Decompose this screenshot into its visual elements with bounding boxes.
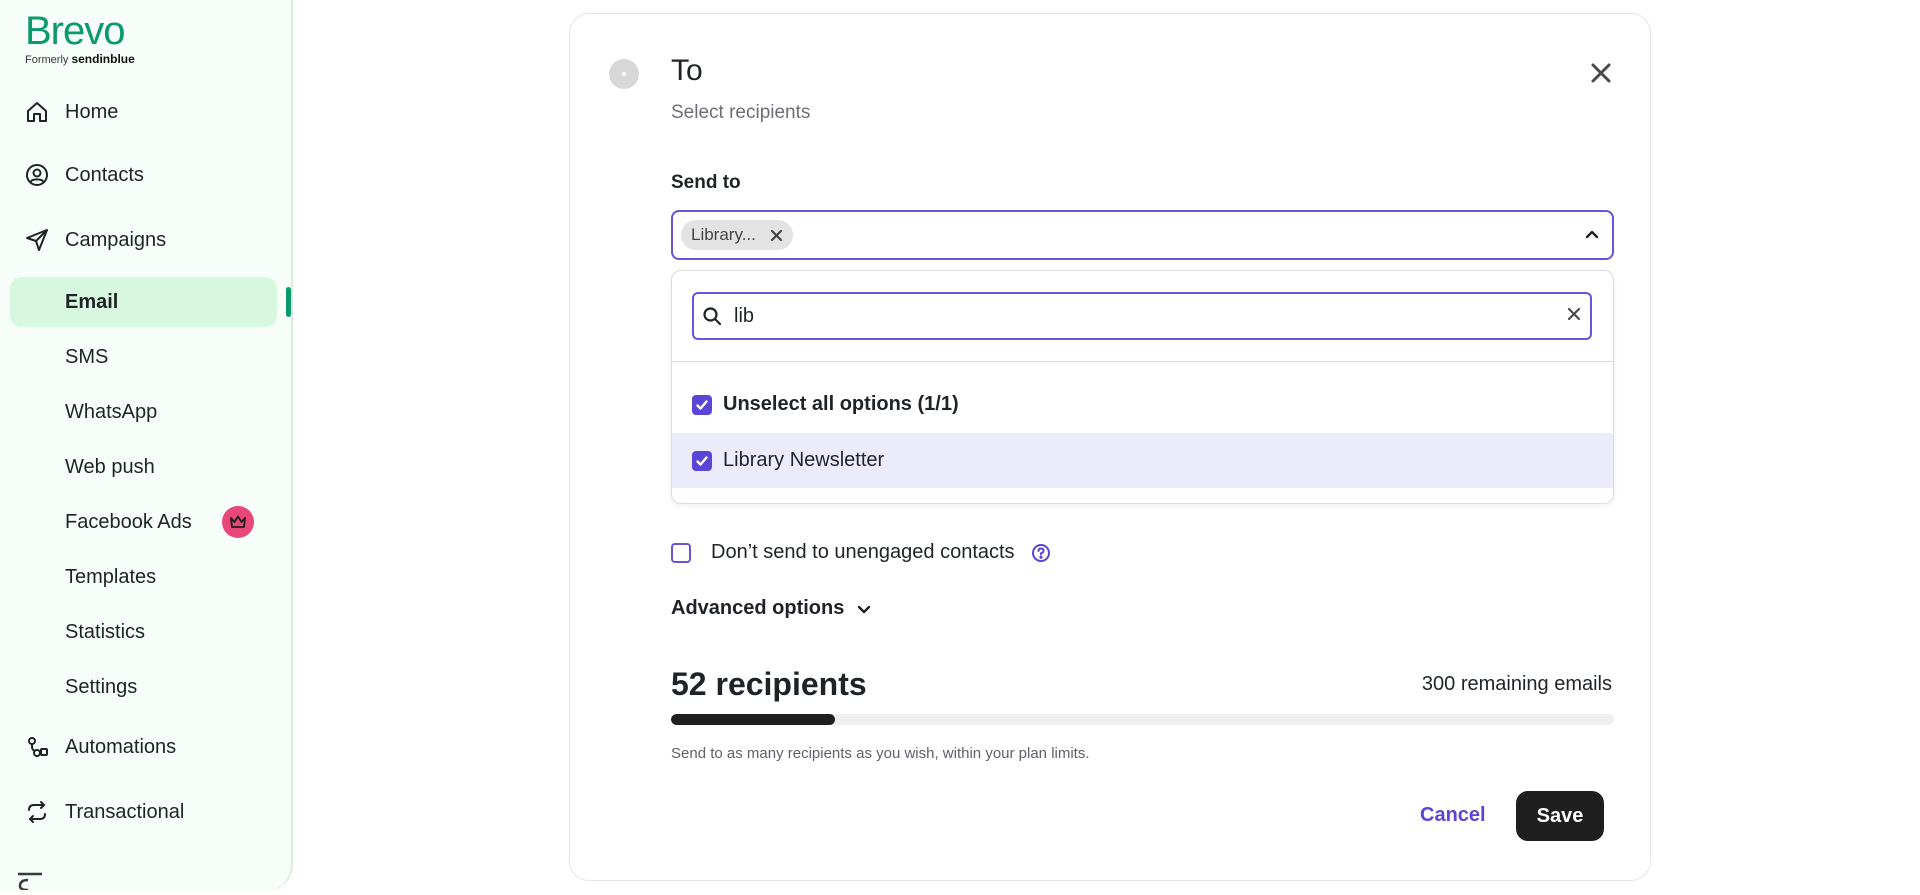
formerly-label: Formerly [25,54,69,66]
sidebar-item-home[interactable]: Home [24,97,118,127]
transactional-icon [24,799,50,825]
save-button[interactable]: Save [1516,791,1604,841]
sidebar-item-web-push[interactable]: Web push [65,452,155,482]
step-indicator [609,59,639,89]
unengaged-checkbox[interactable] [671,542,691,563]
sidebar-item-statistics[interactable]: Statistics [65,617,145,647]
unengaged-contacts-option[interactable]: Don’t send to unengaged contacts [671,541,1051,564]
recipients-modal: To Select recipients Send to Library... [569,13,1651,881]
cancel-button[interactable]: Cancel [1420,804,1486,827]
sidebar-item-label: Contacts [65,163,144,186]
sidebar-item-sms[interactable]: SMS [65,342,108,372]
unselect-all-option[interactable]: Unselect all options (1/1) [672,377,1613,432]
search-input[interactable] [734,304,1554,328]
chip-label: Library... [691,225,756,244]
sidebar-item-label: Statistics [65,620,146,643]
sidebar-item-label: Email [65,290,119,313]
modal-subtitle: Select recipients [671,102,811,123]
sidebar-item-label: WhatsApp [65,400,158,423]
modal-title: To [671,54,703,87]
sidebar-item-label: Transactional [65,800,185,823]
send-to-select[interactable]: Library... [671,210,1614,260]
sidebar-item-label: Web push [65,455,155,478]
sidebar-item-label: Home [65,100,119,123]
chip-remove-icon[interactable] [770,229,783,242]
sidebar-item-whatsapp[interactable]: WhatsApp [65,397,157,427]
send-to-label: Send to [671,172,741,193]
sidebar-item-label: Facebook Ads [65,510,192,533]
chevron-up-icon[interactable] [1584,226,1600,247]
contacts-icon [24,162,50,188]
active-indicator [286,287,291,317]
sidebar-item-label: Campaigns [65,228,167,251]
sidebar-item-label: Automations [65,735,177,758]
progress-fill [671,714,836,725]
chevron-down-icon [856,601,872,617]
recipients-progress-bar [671,714,1614,725]
sidebar-item-facebook-ads[interactable]: Facebook Ads [65,506,254,538]
sidebar-item-email[interactable]: Email [65,287,118,317]
search-field[interactable] [692,292,1592,340]
options-dropdown: Unselect all options (1/1) Library Newsl… [671,270,1614,504]
sidebar-item-templates[interactable]: Templates [65,562,156,592]
partial-icon [14,868,46,895]
option-label: Library Newsletter [723,449,885,471]
advanced-options-label: Advanced options [671,597,845,619]
option-label: Unselect all options (1/1) [723,393,959,415]
checkbox-checked-icon [692,394,712,415]
dropdown-divider [672,361,1613,362]
sidebar-item-contacts[interactable]: Contacts [24,160,144,190]
search-icon [702,306,722,326]
formerly-name: sendinblue [71,52,135,66]
automation-icon [24,734,50,760]
sidebar-item-label: SMS [65,345,109,368]
checkbox-checked-icon [692,450,712,471]
sidebar-item-transactional[interactable]: Transactional [24,797,184,827]
logo-wordmark: Brevo [25,9,125,53]
sidebar-item-label: Templates [65,565,157,588]
list-option-library-newsletter[interactable]: Library Newsletter [672,433,1613,488]
close-icon [1591,63,1611,83]
sidebar-item-automations[interactable]: Automations [24,732,176,762]
brevo-logo[interactable]: Brevo Formerly sendinblue [25,8,135,66]
plan-limits-note: Send to as many recipients as you wish, … [671,745,1090,762]
selected-list-chip: Library... [681,220,793,250]
send-icon [24,227,50,253]
clear-search-icon[interactable] [1566,306,1582,322]
home-icon [24,99,50,125]
active-item-highlight [10,277,277,327]
sidebar: Brevo Formerly sendinblue Home Contacts … [0,0,293,892]
sidebar-item-label: Settings [65,675,138,698]
unengaged-label: Don’t send to unengaged contacts [711,541,1015,563]
recipients-count: 52 recipients [671,666,867,702]
close-button[interactable] [1585,57,1617,89]
logo-formerly: Formerly sendinblue [25,52,135,66]
advanced-options-toggle[interactable]: Advanced options [671,597,872,620]
sidebar-item-settings[interactable]: Settings [65,672,137,702]
sidebar-item-campaigns[interactable]: Campaigns [24,225,166,255]
crown-icon [221,506,254,538]
help-icon[interactable] [1031,543,1051,563]
remaining-emails: 300 remaining emails [1421,673,1612,695]
